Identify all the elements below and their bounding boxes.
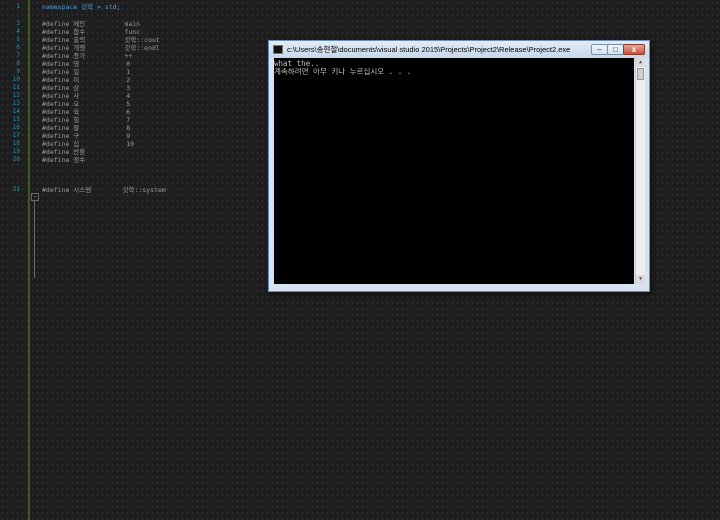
line-number: 21: [12, 186, 20, 193]
minimize-button[interactable]: –: [591, 44, 608, 55]
scroll-thumb[interactable]: [637, 68, 644, 80]
line-number: 7: [16, 52, 20, 59]
code-text: #define 칠 7: [42, 116, 131, 124]
close-button[interactable]: x: [623, 44, 645, 55]
line-number: 10: [12, 76, 20, 83]
line-number: 17: [12, 132, 20, 139]
console-titlebar[interactable]: c:\Users\송현철\documents\visual studio 201…: [269, 41, 649, 58]
collapse-toggle-icon[interactable]: −: [31, 193, 39, 201]
line-number: 19: [12, 148, 20, 155]
line-number: 14: [12, 108, 20, 115]
scroll-up-icon[interactable]: ▲: [636, 58, 645, 67]
line-number: 12: [12, 92, 20, 99]
code-text: #define 출력 갓학::cout: [42, 36, 160, 44]
line-number: 18: [12, 140, 20, 147]
scroll-down-icon[interactable]: ▼: [636, 275, 645, 284]
line-number: 5: [16, 36, 20, 43]
line-number: 9: [16, 68, 20, 75]
code-line: 3 #define 메인 main: [0, 20, 720, 28]
code-text: #define 일 1: [42, 68, 131, 76]
code-text: #define 메인 main: [42, 20, 141, 28]
code-text: #define 오 5: [42, 100, 131, 108]
code-text: #define 영 0: [42, 60, 131, 68]
code-text: #define 이 2: [42, 76, 131, 84]
code-line: 1 namespace 갓학 = std;: [0, 3, 720, 11]
code-text: #define 함수 func: [42, 28, 141, 36]
console-output-line: 계속하려면 아무 키나 누르십시오 . . .: [274, 67, 412, 76]
console-scrollbar[interactable]: ▲ ▼: [635, 58, 645, 284]
line-number: 3: [16, 20, 20, 27]
console-output-area[interactable]: what the.. 계속하려면 아무 키나 누르십시오 . . .: [274, 58, 634, 284]
line-number: 1: [16, 3, 20, 10]
code-text: #define 증가 ++: [42, 52, 133, 60]
line-number: 13: [12, 100, 20, 107]
code-text: #define 십 10: [42, 140, 135, 148]
outline-guide: [34, 198, 35, 278]
line-number: 20: [12, 156, 20, 163]
console-title: c:\Users\송현철\documents\visual studio 201…: [287, 45, 571, 54]
code-text: #define 사 4: [42, 92, 131, 100]
console-window[interactable]: c:\Users\송현철\documents\visual studio 201…: [268, 40, 650, 292]
line-number: 11: [12, 84, 20, 91]
maximize-button[interactable]: □: [607, 44, 624, 55]
code-text: namespace 갓학 = std;: [42, 3, 121, 11]
line-number: 15: [12, 116, 20, 123]
line-number: 6: [16, 44, 20, 51]
code-text: #define 구 9: [42, 132, 131, 140]
code-line: 4 #define 함수 func: [0, 28, 720, 36]
line-number: 16: [12, 124, 20, 131]
console-app-icon: [273, 45, 283, 54]
code-text: #define 육 6: [42, 108, 131, 116]
line-number: 8: [16, 60, 20, 67]
code-text: #define 시스템 갓학::system: [42, 186, 166, 194]
code-text: #define 개행 갓학::endl: [42, 44, 160, 52]
code-text: #define 반환: [42, 148, 86, 156]
code-text: #define 정수: [42, 156, 86, 164]
line-number: 4: [16, 28, 20, 35]
code-text: #define 삼 3: [42, 84, 131, 92]
code-text: #define 팔 8: [42, 124, 131, 132]
